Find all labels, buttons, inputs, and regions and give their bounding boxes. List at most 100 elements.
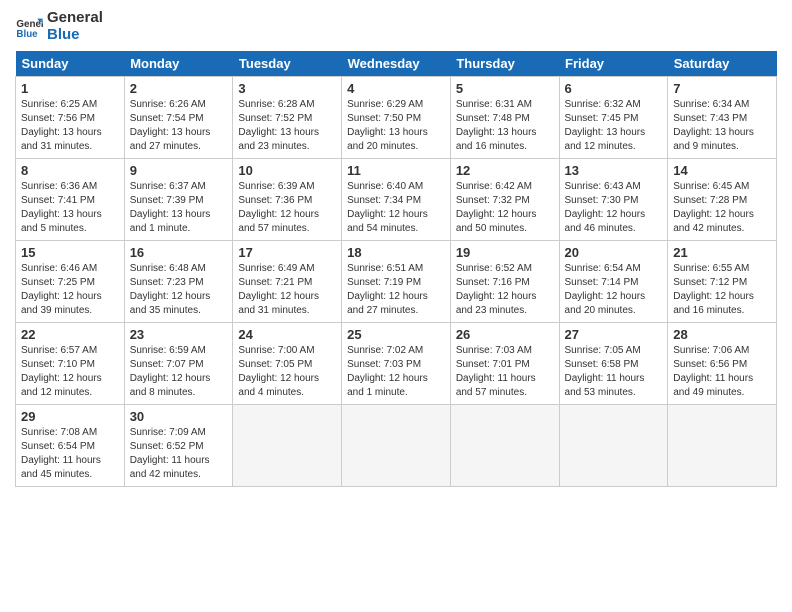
day-number: 10 (238, 163, 336, 178)
day-info: Sunrise: 7:03 AMSunset: 7:01 PMDaylight:… (456, 344, 554, 400)
col-wednesday: Wednesday (342, 51, 451, 77)
main-container: General Blue General Blue Sunday Monday … (0, 0, 792, 497)
day-number: 18 (347, 245, 445, 260)
col-thursday: Thursday (450, 51, 559, 77)
calendar-cell (342, 405, 451, 487)
calendar-cell: 7 Sunrise: 6:34 AMSunset: 7:43 PMDaylight… (668, 77, 777, 159)
day-info: Sunrise: 7:02 AMSunset: 7:03 PMDaylight:… (347, 344, 445, 400)
calendar-cell: 27Sunrise: 7:05 AMSunset: 6:58 PMDayligh… (559, 323, 668, 405)
day-info: Sunrise: 6:51 AMSunset: 7:19 PMDaylight:… (347, 262, 445, 318)
day-info: Sunrise: 6:52 AMSunset: 7:16 PMDaylight:… (456, 262, 554, 318)
calendar-cell: 9 Sunrise: 6:37 AMSunset: 7:39 PMDaylight… (124, 159, 233, 241)
calendar-cell: 2Sunrise: 6:26 AMSunset: 7:54 PMDaylight… (124, 77, 233, 159)
day-info: Sunrise: 6:28 AMSunset: 7:52 PMDaylight:… (238, 98, 336, 154)
day-number: 15 (21, 245, 119, 260)
calendar-cell: 26 Sunrise: 7:03 AMSunset: 7:01 PMDayligh… (450, 323, 559, 405)
day-info: Sunrise: 6:40 AMSunset: 7:34 PMDaylight:… (347, 180, 445, 236)
day-number: 11 (347, 163, 445, 178)
calendar-cell: 3 Sunrise: 6:28 AMSunset: 7:52 PMDaylight… (233, 77, 342, 159)
day-info: Sunrise: 7:00 AMSunset: 7:05 PMDaylight:… (238, 344, 336, 400)
day-info: Sunrise: 6:34 AMSunset: 7:43 PMDaylight:… (673, 98, 771, 154)
day-number: 3 (238, 81, 336, 96)
day-number: 12 (456, 163, 554, 178)
calendar-row: 22Sunrise: 6:57 AMSunset: 7:10 PMDayligh… (16, 323, 777, 405)
logo-general: General (47, 10, 103, 27)
day-number: 26 (456, 327, 554, 342)
day-info: Sunrise: 6:25 AMSunset: 7:56 PMDaylight:… (21, 98, 119, 154)
calendar-cell: 23 Sunrise: 6:59 AMSunset: 7:07 PMDayligh… (124, 323, 233, 405)
calendar-row: 29 Sunrise: 7:08 AMSunset: 6:54 PMDayligh… (16, 405, 777, 487)
col-monday: Monday (124, 51, 233, 77)
day-number: 28 (673, 327, 771, 342)
calendar-cell: 24 Sunrise: 7:00 AMSunset: 7:05 PMDayligh… (233, 323, 342, 405)
calendar-cell (668, 405, 777, 487)
calendar-cell (559, 405, 668, 487)
logo-icon: General Blue (15, 13, 43, 41)
calendar-cell: 4 Sunrise: 6:29 AMSunset: 7:50 PMDaylight… (342, 77, 451, 159)
day-number: 9 (130, 163, 228, 178)
day-info: Sunrise: 6:59 AMSunset: 7:07 PMDaylight:… (130, 344, 228, 400)
day-number: 14 (673, 163, 771, 178)
day-info: Sunrise: 6:29 AMSunset: 7:50 PMDaylight:… (347, 98, 445, 154)
calendar-cell: 21Sunrise: 6:55 AMSunset: 7:12 PMDayligh… (668, 241, 777, 323)
day-number: 1 (21, 81, 119, 96)
logo: General Blue General Blue (15, 10, 103, 43)
day-info: Sunrise: 7:06 AMSunset: 6:56 PMDaylight:… (673, 344, 771, 400)
calendar-cell: 29 Sunrise: 7:08 AMSunset: 6:54 PMDayligh… (16, 405, 125, 487)
calendar-cell: 15 Sunrise: 6:46 AMSunset: 7:25 PMDayligh… (16, 241, 125, 323)
calendar-cell: 18 Sunrise: 6:51 AMSunset: 7:19 PMDayligh… (342, 241, 451, 323)
calendar-cell: 14 Sunrise: 6:45 AMSunset: 7:28 PMDayligh… (668, 159, 777, 241)
day-info: Sunrise: 6:43 AMSunset: 7:30 PMDaylight:… (565, 180, 663, 236)
day-number: 8 (21, 163, 119, 178)
day-info: Sunrise: 7:09 AMSunset: 6:52 PMDaylight:… (130, 426, 228, 482)
day-number: 4 (347, 81, 445, 96)
day-number: 23 (130, 327, 228, 342)
calendar-table: Sunday Monday Tuesday Wednesday Thursday… (15, 51, 777, 487)
calendar-cell: 19 Sunrise: 6:52 AMSunset: 7:16 PMDayligh… (450, 241, 559, 323)
day-number: 25 (347, 327, 445, 342)
day-info: Sunrise: 6:36 AMSunset: 7:41 PMDaylight:… (21, 180, 119, 236)
calendar-cell: 10Sunrise: 6:39 AMSunset: 7:36 PMDayligh… (233, 159, 342, 241)
calendar-row: 1 Sunrise: 6:25 AMSunset: 7:56 PMDaylight… (16, 77, 777, 159)
day-info: Sunrise: 7:08 AMSunset: 6:54 PMDaylight:… (21, 426, 119, 482)
svg-text:Blue: Blue (16, 28, 38, 39)
day-number: 7 (673, 81, 771, 96)
calendar-cell (233, 405, 342, 487)
day-number: 2 (130, 81, 228, 96)
calendar-cell: 8 Sunrise: 6:36 AMSunset: 7:41 PMDaylight… (16, 159, 125, 241)
day-info: Sunrise: 6:31 AMSunset: 7:48 PMDaylight:… (456, 98, 554, 154)
day-number: 27 (565, 327, 663, 342)
calendar-cell: 16Sunrise: 6:48 AMSunset: 7:23 PMDayligh… (124, 241, 233, 323)
header: General Blue General Blue (15, 10, 777, 43)
day-number: 13 (565, 163, 663, 178)
calendar-cell: 6 Sunrise: 6:32 AMSunset: 7:45 PMDaylight… (559, 77, 668, 159)
calendar-cell: 5 Sunrise: 6:31 AMSunset: 7:48 PMDaylight… (450, 77, 559, 159)
col-sunday: Sunday (16, 51, 125, 77)
day-info: Sunrise: 6:57 AMSunset: 7:10 PMDaylight:… (21, 344, 119, 400)
calendar-cell: 13 Sunrise: 6:43 AMSunset: 7:30 PMDayligh… (559, 159, 668, 241)
day-number: 5 (456, 81, 554, 96)
col-friday: Friday (559, 51, 668, 77)
day-number: 30 (130, 409, 228, 424)
day-number: 21 (673, 245, 771, 260)
day-number: 17 (238, 245, 336, 260)
day-info: Sunrise: 6:42 AMSunset: 7:32 PMDaylight:… (456, 180, 554, 236)
day-info: Sunrise: 6:46 AMSunset: 7:25 PMDaylight:… (21, 262, 119, 318)
day-info: Sunrise: 6:32 AMSunset: 7:45 PMDaylight:… (565, 98, 663, 154)
calendar-cell: 22Sunrise: 6:57 AMSunset: 7:10 PMDayligh… (16, 323, 125, 405)
day-info: Sunrise: 6:45 AMSunset: 7:28 PMDaylight:… (673, 180, 771, 236)
day-number: 29 (21, 409, 119, 424)
calendar-cell: 20Sunrise: 6:54 AMSunset: 7:14 PMDayligh… (559, 241, 668, 323)
day-number: 20 (565, 245, 663, 260)
col-tuesday: Tuesday (233, 51, 342, 77)
calendar-cell: 11 Sunrise: 6:40 AMSunset: 7:34 PMDayligh… (342, 159, 451, 241)
day-info: Sunrise: 6:37 AMSunset: 7:39 PMDaylight:… (130, 180, 228, 236)
day-number: 6 (565, 81, 663, 96)
day-number: 16 (130, 245, 228, 260)
day-info: Sunrise: 6:49 AMSunset: 7:21 PMDaylight:… (238, 262, 336, 318)
calendar-cell: 25 Sunrise: 7:02 AMSunset: 7:03 PMDayligh… (342, 323, 451, 405)
logo-blue: Blue (47, 27, 103, 44)
day-number: 24 (238, 327, 336, 342)
calendar-cell: 28 Sunrise: 7:06 AMSunset: 6:56 PMDayligh… (668, 323, 777, 405)
day-number: 19 (456, 245, 554, 260)
